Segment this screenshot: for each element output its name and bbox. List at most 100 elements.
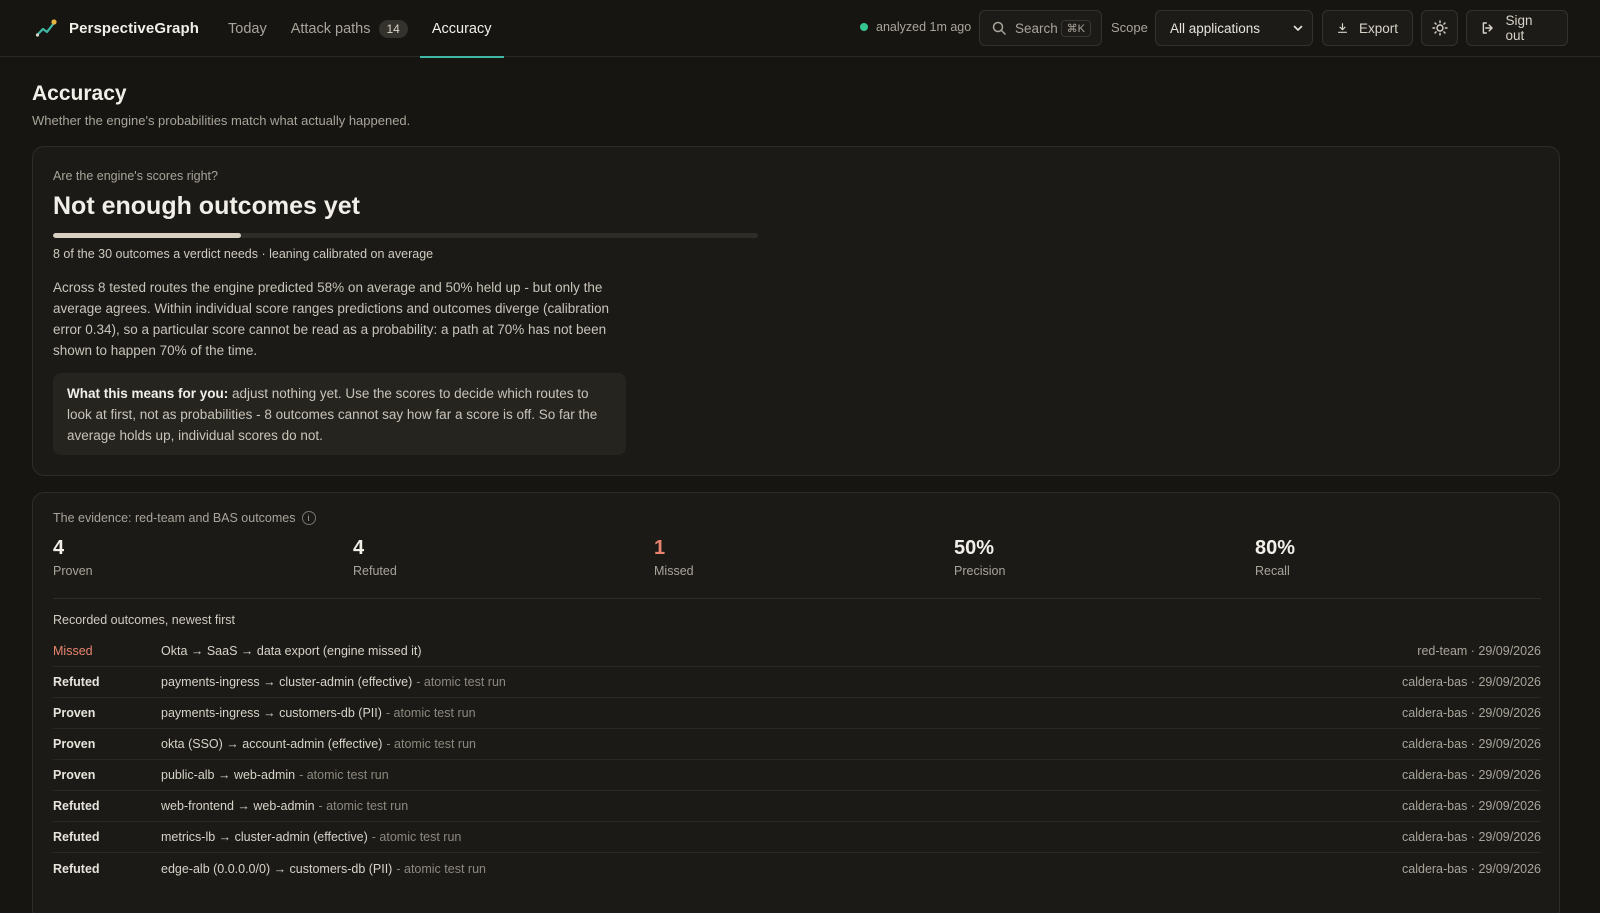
outcome-source: caldera-bas · 29/09/2026 — [1402, 737, 1541, 751]
outcomes-list: Missed Okta → SaaS → data export (engine… — [53, 636, 1541, 884]
outcome-source: caldera-bas · 29/09/2026 — [1402, 706, 1541, 720]
top-bar: PerspectiveGraph Today Attack paths 14 A… — [0, 0, 1600, 58]
outcome-verdict: Proven — [53, 768, 96, 782]
sun-icon — [1431, 20, 1448, 36]
analysis-status-text: analyzed 1m ago — [876, 20, 972, 34]
outcome-source: caldera-bas · 29/09/2026 — [1402, 861, 1541, 876]
search-label: Search — [1015, 20, 1058, 36]
export-button[interactable]: Export — [1322, 10, 1413, 46]
outcome-verdict: Refuted — [53, 830, 100, 844]
calibration-card: Are the engine's scores right? Not enoug… — [32, 146, 1560, 476]
sign-out-label: Sign out — [1505, 13, 1533, 43]
sign-out-icon — [1482, 22, 1493, 34]
search-button[interactable]: Search ⌘K — [979, 10, 1102, 46]
stat-proven-value: 4 — [53, 537, 65, 559]
evidence-stats: 4 Proven 4 Refuted 1 Missed 50% Precisio… — [53, 537, 1541, 593]
stat-precision-label: Precision — [954, 564, 1006, 578]
page-title: Accuracy — [32, 82, 127, 105]
outcome-row[interactable]: Proven okta (SSO) → account-admin (effec… — [53, 729, 1541, 760]
outcome-row[interactable]: Proven public-alb → web-admin - atomic t… — [53, 760, 1541, 791]
outcome-note: - atomic test run — [396, 861, 486, 876]
outcome-row[interactable]: Proven payments-ingress → customers-db (… — [53, 698, 1541, 729]
outcome-verdict: Refuted — [53, 799, 100, 813]
brand[interactable]: PerspectiveGraph — [34, 16, 199, 40]
outcome-note: - atomic test run — [299, 768, 389, 782]
stat-missed-label: Missed — [654, 564, 694, 578]
outcome-source: caldera-bas · 29/09/2026 — [1402, 799, 1541, 813]
outcome-row[interactable]: Refuted web-frontend → web-admin - atomi… — [53, 791, 1541, 822]
stat-refuted-value: 4 — [353, 537, 365, 559]
stat-recall-value: 80% — [1255, 537, 1296, 559]
sign-out-button[interactable]: Sign out — [1466, 10, 1568, 46]
stat-refuted-label: Refuted — [353, 564, 397, 578]
calibration-explanation: Across 8 tested routes the engine predic… — [53, 280, 610, 358]
scope-value: All applications — [1170, 20, 1261, 36]
tab-accuracy[interactable]: Accuracy — [419, 0, 504, 58]
outcome-source: caldera-bas · 29/09/2026 — [1402, 830, 1541, 844]
stat-precision-value: 50% — [954, 537, 995, 559]
outcome-route: metrics-lb → cluster-admin (effective) — [161, 830, 368, 844]
tab-attack-paths[interactable]: Attack paths 14 — [279, 0, 420, 57]
tab-today-label: Today — [228, 20, 267, 37]
info-icon[interactable]: i — [301, 511, 316, 525]
calibration-question: Are the engine's scores right? — [53, 169, 218, 183]
outcome-note: - atomic test run — [416, 675, 506, 689]
outcome-row[interactable]: Refuted edge-alb (0.0.0.0/0) → customers… — [53, 853, 1541, 884]
download-icon — [1337, 23, 1347, 33]
theme-toggle-button[interactable] — [1421, 10, 1458, 46]
progress-caption: 8 of the 30 outcomes a verdict needs · l… — [53, 247, 434, 261]
main-nav: Today Attack paths 14 Accuracy — [216, 0, 504, 58]
stat-precision: 50% Precision — [954, 537, 1005, 578]
page-subtitle: Whether the engine's probabilities match… — [32, 113, 411, 128]
scope-label: Scope — [1111, 20, 1148, 35]
attack-paths-count-badge: 14 — [378, 19, 408, 38]
chevron-down-icon — [1293, 25, 1303, 31]
outcome-source: red-team · 29/09/2026 — [1417, 644, 1541, 658]
outcome-row[interactable]: Missed Okta → SaaS → data export (engine… — [53, 636, 1541, 667]
stat-missed: 1 Missed — [654, 537, 694, 578]
search-icon — [992, 21, 1006, 35]
outcome-route: okta (SSO) → account-admin (effective) — [161, 737, 383, 751]
stat-recall: 80% Recall — [1255, 537, 1295, 578]
outcome-route: public-alb → web-admin — [161, 768, 296, 782]
app-name: PerspectiveGraph — [69, 19, 199, 37]
outcome-route: Okta → SaaS → data export (engine missed… — [161, 644, 422, 658]
outcome-route: web-frontend → web-admin — [161, 799, 315, 813]
outcomes-progress-bar — [53, 233, 758, 238]
stat-missed-value: 1 — [654, 537, 666, 559]
outcome-row[interactable]: Refuted metrics-lb → cluster-admin (effe… — [53, 822, 1541, 853]
outcome-row[interactable]: Refuted payments-ingress → cluster-admin… — [53, 667, 1541, 698]
status-dot-icon — [860, 23, 868, 31]
outcome-route: edge-alb (0.0.0.0/0) → customers-db (PII… — [161, 861, 393, 876]
scope-select[interactable]: All applications — [1155, 10, 1313, 46]
stat-refuted: 4 Refuted — [353, 537, 397, 578]
stat-recall-label: Recall — [1255, 564, 1290, 578]
tab-attack-paths-label: Attack paths — [290, 20, 371, 37]
analysis-status: analyzed 1m ago — [860, 20, 971, 34]
outcome-verdict: Refuted — [53, 675, 100, 689]
outcome-verdict: Refuted — [53, 861, 100, 876]
outcomes-progress-fill — [53, 233, 242, 238]
advice-callout: What this means for you: adjust nothing … — [53, 373, 626, 455]
outcome-verdict: Missed — [53, 644, 93, 658]
stats-divider — [53, 598, 1541, 599]
outcome-route: payments-ingress → customers-db (PII) — [161, 706, 382, 720]
outcomes-list-title: Recorded outcomes, newest first — [53, 613, 236, 627]
tab-accuracy-label: Accuracy — [431, 20, 492, 37]
outcome-source: caldera-bas · 29/09/2026 — [1402, 768, 1541, 782]
stat-proven-label: Proven — [53, 564, 93, 578]
outcome-verdict: Proven — [53, 737, 96, 751]
stat-proven: 4 Proven — [53, 537, 93, 578]
outcome-verdict: Proven — [53, 706, 96, 720]
evidence-title-text: The evidence: red-team and BAS outcomes — [53, 511, 296, 525]
search-shortcut: ⌘K — [1060, 19, 1091, 37]
outcome-note: - atomic test run — [318, 799, 409, 813]
advice-lead: What this means for you: — [67, 386, 229, 401]
outcome-source: caldera-bas · 29/09/2026 — [1402, 675, 1541, 689]
outcome-note: - atomic test run — [385, 706, 476, 720]
evidence-card: The evidence: red-team and BAS outcomes … — [32, 492, 1560, 913]
outcome-note: - atomic test run — [386, 737, 477, 751]
logo-icon — [35, 19, 57, 37]
tab-today[interactable]: Today — [216, 0, 279, 57]
evidence-title: The evidence: red-team and BAS outcomes … — [53, 511, 316, 525]
